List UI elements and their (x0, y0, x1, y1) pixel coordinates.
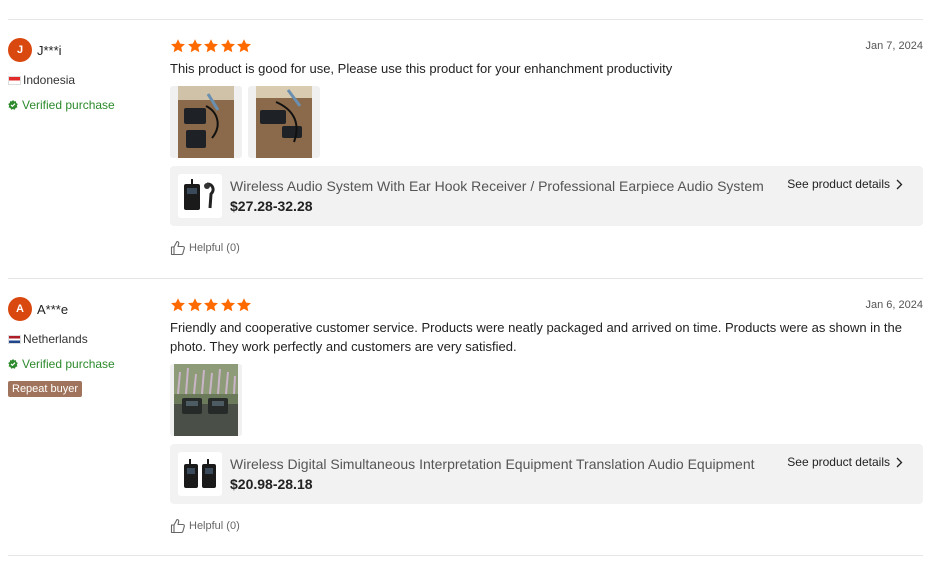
chevron-right-icon (896, 179, 903, 189)
review-date: Jan 7, 2024 (865, 40, 924, 52)
repeat-buyer-badge: Repeat buyer (8, 381, 83, 397)
see-product-details-link[interactable]: See product details (787, 177, 903, 191)
reviewer-country: Netherlands (23, 332, 88, 346)
star-rating (170, 38, 923, 54)
product-thumbnail[interactable] (178, 174, 222, 218)
review-content: Jan 7, 2024 This product is good for use… (170, 38, 923, 256)
star-icon (237, 39, 251, 53)
star-icon (220, 298, 235, 312)
product-thumbnail[interactable] (178, 452, 222, 496)
helpful-button[interactable]: Helpful (0) (170, 518, 923, 534)
reviewer-country: Indonesia (23, 73, 76, 87)
reviewer-info: J J***i Indonesia Verified purchase (8, 38, 158, 112)
helpful-label: Helpful (0) (189, 520, 240, 532)
helpful-label: Helpful (0) (189, 242, 240, 254)
star-icon (204, 298, 218, 312)
chevron-right-icon (896, 457, 903, 467)
review-photo[interactable] (170, 86, 242, 158)
review-text: This product is good for use, Please use… (170, 61, 673, 76)
verified-badge-icon (8, 100, 18, 110)
see-product-details-link[interactable]: See product details (787, 455, 903, 469)
netherlands-flag-icon (8, 334, 21, 344)
star-icon (204, 39, 218, 53)
star-icon (187, 39, 202, 53)
review-content: Jan 6, 2024 Friendly and cooperative cus… (170, 297, 923, 534)
product-title[interactable]: Wireless Audio System With Ear Hook Rece… (230, 178, 764, 194)
product-price: $27.28-32.28 (230, 198, 313, 214)
star-icon (171, 39, 185, 53)
see-product-details-label: See product details (787, 455, 890, 469)
verified-badge-icon (8, 359, 18, 369)
star-icon (220, 39, 235, 53)
star-icon (187, 298, 202, 312)
reviews-list: J J***i Indonesia Verified purchase Jan … (0, 0, 938, 576)
verified-purchase-label: Verified purchase (22, 98, 115, 112)
divider (8, 278, 923, 279)
star-rating (170, 297, 923, 313)
reviewer-info: A A***e Netherlands Verified purchase Re… (8, 297, 158, 397)
reviewer-name: J***i (37, 42, 62, 58)
avatar: A (8, 297, 32, 321)
reviewer-name: A***e (37, 301, 69, 317)
review-text: Friendly and cooperative customer servic… (170, 320, 902, 354)
review-photo[interactable] (170, 364, 242, 436)
product-title[interactable]: Wireless Digital Simultaneous Interpreta… (230, 456, 755, 472)
review-date: Jan 6, 2024 (865, 299, 924, 311)
product-price: $20.98-28.18 (230, 476, 313, 492)
divider (8, 555, 923, 556)
review-photos (170, 364, 923, 436)
review-photo[interactable] (248, 86, 320, 158)
see-product-details-label: See product details (787, 177, 890, 191)
review-photos (170, 86, 923, 158)
star-icon (237, 298, 251, 312)
helpful-button[interactable]: Helpful (0) (170, 240, 923, 256)
avatar: J (8, 38, 32, 62)
thumbs-up-icon (170, 240, 185, 256)
thumbs-up-icon (170, 518, 185, 534)
product-card[interactable]: Wireless Audio System With Ear Hook Rece… (170, 166, 923, 226)
verified-purchase-label: Verified purchase (22, 357, 115, 371)
star-icon (171, 298, 185, 312)
product-card[interactable]: Wireless Digital Simultaneous Interpreta… (170, 444, 923, 504)
divider (8, 19, 923, 20)
indonesia-flag-icon (8, 75, 21, 85)
